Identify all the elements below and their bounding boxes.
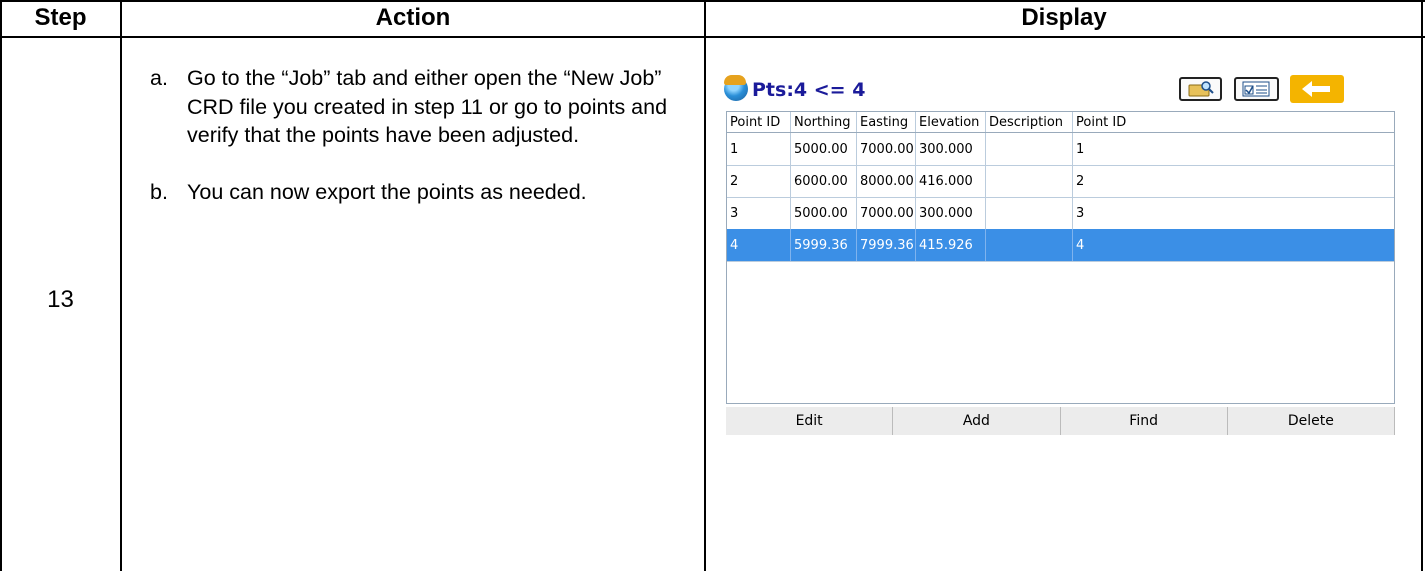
cell-point-id: 3 <box>727 197 791 229</box>
back-button[interactable] <box>1290 75 1344 103</box>
cell-point-id-2: 2 <box>1076 173 1085 189</box>
cell-point-id-2: 4 <box>1076 237 1085 253</box>
app-titlebar: Pts:4 <= 4 <box>722 69 1397 109</box>
table-row[interactable]: 1 5000.00 7000.00 300.000 1 <box>727 133 1394 166</box>
column-header[interactable]: Point ID <box>1073 112 1394 132</box>
checklist-button[interactable] <box>1234 77 1279 101</box>
cell-northing: 5000.00 <box>791 133 857 165</box>
cell-easting: 8000.00 <box>857 165 916 197</box>
cell-description <box>986 133 1073 165</box>
cell-description <box>986 165 1073 197</box>
cell-elevation: 300.000 <box>916 133 986 165</box>
action-text: Go to the “Job” tab and either open the … <box>187 66 668 147</box>
table-border-right <box>1421 0 1423 571</box>
grid-header: Point ID Northing Easting Elevation Desc… <box>727 112 1394 133</box>
delete-button[interactable]: Delete <box>1228 407 1395 435</box>
action-item-b: b. You can now export the points as need… <box>150 178 695 207</box>
cell-northing: 5000.00 <box>791 197 857 229</box>
cell-description <box>986 197 1073 229</box>
action-list: a. Go to the “Job” tab and either open t… <box>150 64 695 234</box>
column-header[interactable]: Northing <box>791 112 857 132</box>
cell-elevation: 300.000 <box>916 197 986 229</box>
hardhat-icon <box>724 75 746 85</box>
step-number: 13 <box>47 286 74 313</box>
table-row-selected[interactable]: 4 5999.36 7999.36 415.926 4 <box>727 229 1394 262</box>
column-header[interactable]: Description <box>986 112 1073 132</box>
column-header[interactable]: Elevation <box>916 112 986 132</box>
table-row[interactable]: 2 6000.00 8000.00 416.000 2 <box>727 165 1394 198</box>
search-folder-button[interactable] <box>1179 77 1222 101</box>
cell-point-id: 2 <box>727 165 791 197</box>
action-label: b. <box>150 179 168 204</box>
search-folder-icon <box>1188 81 1214 97</box>
find-button[interactable]: Find <box>1061 407 1228 435</box>
edit-button[interactable]: Edit <box>726 407 894 435</box>
checklist-icon <box>1242 81 1269 97</box>
header-step: Step <box>34 4 87 31</box>
cell-point-id-2: 1 <box>1076 141 1085 157</box>
action-item-a: a. Go to the “Job” tab and either open t… <box>150 64 695 150</box>
cell-point-id: 4 <box>727 229 791 261</box>
header-display: Display <box>1021 4 1107 31</box>
cell-elevation: 416.000 <box>916 165 986 197</box>
cell-northing: 6000.00 <box>791 165 857 197</box>
cell-elevation: 415.926 <box>916 229 986 261</box>
cell-description <box>986 229 1073 261</box>
action-label: a. <box>150 66 168 90</box>
cell-northing: 5999.36 <box>791 229 857 261</box>
points-count-title: Pts:4 <= 4 <box>752 79 866 101</box>
column-divider-action <box>704 0 706 571</box>
app-screenshot: Pts:4 <= 4 Point ID Northing Easting Ele… <box>722 69 1397 436</box>
column-header[interactable]: Point ID <box>727 112 791 132</box>
header-action: Action <box>375 4 451 31</box>
add-button[interactable]: Add <box>893 407 1061 435</box>
cell-easting: 7000.00 <box>857 197 916 229</box>
cell-easting: 7000.00 <box>857 133 916 165</box>
softkey-bar: Edit Add Find Delete <box>726 407 1395 435</box>
cell-point-id-2: 3 <box>1076 205 1085 221</box>
instruction-table: Step Action Display 13 a. Go to the “Job… <box>0 0 1425 571</box>
header-divider <box>0 36 1425 38</box>
points-grid: Point ID Northing Easting Elevation Desc… <box>726 111 1395 404</box>
column-header[interactable]: Easting <box>857 112 916 132</box>
table-row[interactable]: 3 5000.00 7000.00 300.000 3 <box>727 197 1394 230</box>
cell-point-id: 1 <box>727 133 791 165</box>
action-text: You can now export the points as needed. <box>187 179 587 204</box>
back-arrow-icon <box>1302 81 1330 97</box>
cell-easting: 7999.36 <box>857 229 916 261</box>
